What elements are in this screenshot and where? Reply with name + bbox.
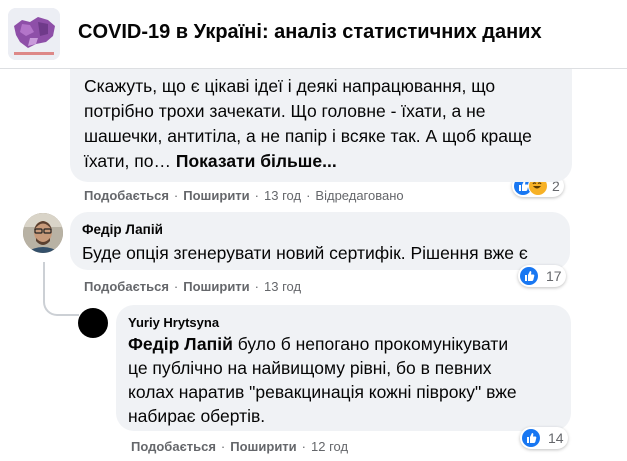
comment-time[interactable]: 12 год [311, 439, 348, 454]
comment-3-line: набирає обертів. [128, 406, 266, 426]
reaction-summary-3[interactable]: 14 [520, 427, 568, 449]
like-reaction-icon [520, 267, 538, 285]
reaction-summary-2[interactable]: 17 [518, 265, 566, 287]
group-title[interactable]: COVID-19 в Україні: аналіз статистичних … [78, 21, 542, 44]
comment-1-line: потрібно трохи зачекати. Що головне - їх… [84, 101, 486, 121]
comment-1-actions: Подобається · Поширити · 13 год · Відредагован… [84, 188, 404, 203]
share-button[interactable]: Поширити [183, 188, 249, 203]
group-cover-thumbnail[interactable] [8, 8, 60, 60]
like-button[interactable]: Подобається [84, 279, 169, 294]
comment-author[interactable]: Yuriy Hrytsyna [128, 315, 219, 330]
comment-3-line: це публічно на найвищому рівні, бо в пев… [128, 358, 492, 378]
comment-1-line: їхати, по… [84, 151, 171, 171]
comment-3-actions: Подобається · Поширити · 12 год [131, 439, 349, 454]
comment-3-line: було б непогано прокомунікувати [232, 334, 509, 354]
comment-author[interactable]: Федір Лапій [82, 222, 163, 237]
mention-link[interactable]: Федір Лапій [128, 334, 233, 354]
comment-2-actions: Подобається · Поширити · 13 год [84, 279, 302, 294]
comment-3-text: Федір Лапій було б непогано прокомунікув… [128, 332, 517, 428]
reaction-count: 14 [548, 430, 564, 446]
comment-bubble-3: Yuriy Hrytsyna Федір Лапій було б непога… [116, 305, 571, 431]
group-header: COVID-19 в Україні: аналіз статистичних … [0, 0, 627, 69]
comment-1-text: Скажуть, що є цікаві ідеї і деякі напрац… [84, 74, 564, 174]
comment-time[interactable]: 13 год [264, 279, 301, 294]
like-button[interactable]: Подобається [131, 439, 216, 454]
avatar[interactable] [78, 308, 108, 338]
comment-3-line: колах наратив "ревакцинація кожні піврок… [128, 382, 517, 402]
thread-line [43, 262, 79, 316]
comment-1-line: шашечки, антитіла, а не папір і всяке та… [84, 126, 532, 146]
share-button[interactable]: Поширити [230, 439, 296, 454]
comment-2-text: Буде опція згенерувати новий сертифік. Р… [82, 243, 528, 263]
avatar[interactable] [23, 213, 63, 253]
share-button[interactable]: Поширити [183, 279, 249, 294]
like-reaction-icon [522, 429, 540, 447]
reaction-count: 17 [546, 268, 562, 284]
comment-time[interactable]: 13 год [264, 188, 301, 203]
like-button[interactable]: Подобається [84, 188, 169, 203]
edited-label: Відредаговано [315, 188, 404, 203]
comment-1-line: Скажуть, що є цікаві ідеї і деякі напрац… [84, 76, 496, 96]
comment-bubble-2: Федір Лапій Буде опція згенерувати новий… [70, 212, 570, 270]
see-more-link[interactable]: Показати більше... [176, 151, 337, 171]
